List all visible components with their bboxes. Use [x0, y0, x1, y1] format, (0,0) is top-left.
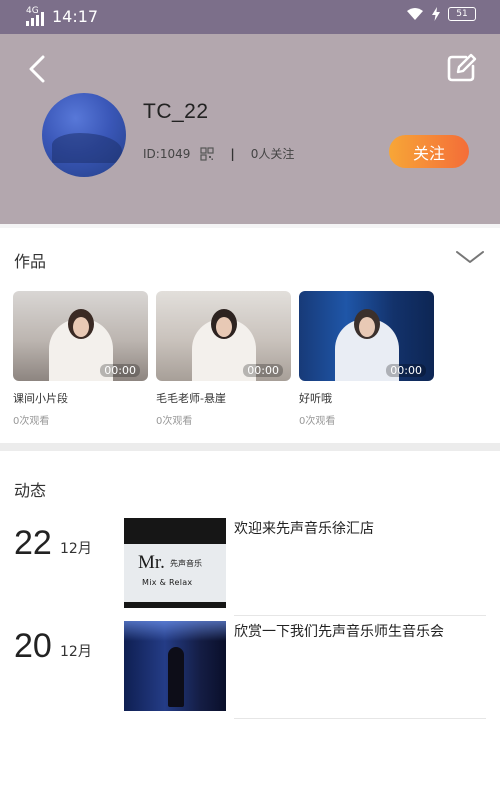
video-card[interactable]: 00:00 毛毛老师-悬崖 0次观看 [156, 291, 291, 427]
video-thumbnail[interactable]: 00:00 [13, 291, 148, 381]
profile-header: TC_22 ID:1049 | 0人关注 关注 [0, 34, 500, 224]
followers-count: 0人关注 [250, 147, 295, 161]
video-duration: 00:00 [243, 364, 283, 377]
avatar[interactable] [42, 93, 126, 177]
edit-button[interactable] [444, 50, 480, 86]
feed-text: 欢迎来先声音乐徐汇店 [234, 521, 374, 537]
battery-level: 51 [456, 8, 468, 19]
meta-separator: | [230, 146, 235, 161]
video-views: 0次观看 [299, 416, 336, 427]
feed-thumbnail[interactable]: Mr. 先声音乐 Mix & Relax [124, 518, 226, 608]
feed-month: 12月 [60, 541, 92, 557]
feed-month: 12月 [60, 644, 92, 660]
chevron-down-icon [456, 251, 484, 263]
feed-text: 欣赏一下我们先声音乐师生音乐会 [234, 624, 444, 640]
video-duration: 00:00 [100, 364, 140, 377]
feed-section: 动态 22 12月 Mr. 先声音乐 Mix & Relax 欢迎来先声音乐徐汇… [0, 451, 500, 800]
feed-divider [234, 615, 486, 616]
video-title: 课间小片段 [13, 392, 68, 405]
sign-brand: Mr. [138, 552, 165, 573]
feed-item[interactable]: 20 12月 欣赏一下我们先声音乐师生音乐会 [0, 621, 500, 719]
video-views: 0次观看 [13, 416, 50, 427]
feed-item[interactable]: 22 12月 Mr. 先声音乐 Mix & Relax 欢迎来先声音乐徐汇店 [0, 518, 500, 616]
section-divider [0, 443, 500, 451]
edit-icon [447, 53, 477, 82]
network-label: 4G [26, 6, 39, 16]
video-title: 毛毛老师-悬崖 [156, 392, 226, 405]
feed-day: 20 [14, 627, 52, 665]
status-bar: 4G 14:17 51 [0, 0, 500, 34]
feed-thumbnail[interactable] [124, 621, 226, 711]
feed-day: 22 [14, 524, 52, 562]
profile-meta: ID:1049 | 0人关注 [143, 145, 294, 162]
feed-divider [234, 718, 486, 719]
video-card[interactable]: 00:00 好听哦 0次观看 [299, 291, 434, 427]
collapse-button[interactable] [454, 244, 486, 270]
battery-icon: 51 [448, 7, 476, 21]
follow-button[interactable]: 关注 [389, 135, 469, 168]
status-time: 14:17 [52, 7, 99, 26]
user-id: ID:1049 [143, 146, 191, 161]
video-duration: 00:00 [386, 364, 426, 377]
chevron-left-icon [29, 55, 45, 83]
video-thumbnail[interactable]: 00:00 [156, 291, 291, 381]
sign-slogan: Mix & Relax [142, 578, 193, 587]
video-views: 0次观看 [156, 416, 193, 427]
video-thumbnail[interactable]: 00:00 [299, 291, 434, 381]
sign-brand-cn: 先声音乐 [170, 559, 202, 568]
back-button[interactable] [22, 52, 52, 86]
qr-code-icon[interactable] [200, 146, 214, 161]
video-title: 好听哦 [299, 392, 332, 405]
store-sign-image: Mr. 先声音乐 Mix & Relax [124, 544, 226, 602]
video-card[interactable]: 00:00 课间小片段 0次观看 [13, 291, 148, 427]
username: TC_22 [143, 100, 209, 123]
wifi-icon [407, 8, 423, 20]
works-section: 作品 00:00 课间小片段 0次观看 00:00 毛毛老师-悬崖 0次观看 0… [0, 228, 500, 443]
feed-title: 动态 [14, 481, 47, 500]
charging-icon [432, 7, 440, 21]
works-title: 作品 [14, 252, 47, 271]
